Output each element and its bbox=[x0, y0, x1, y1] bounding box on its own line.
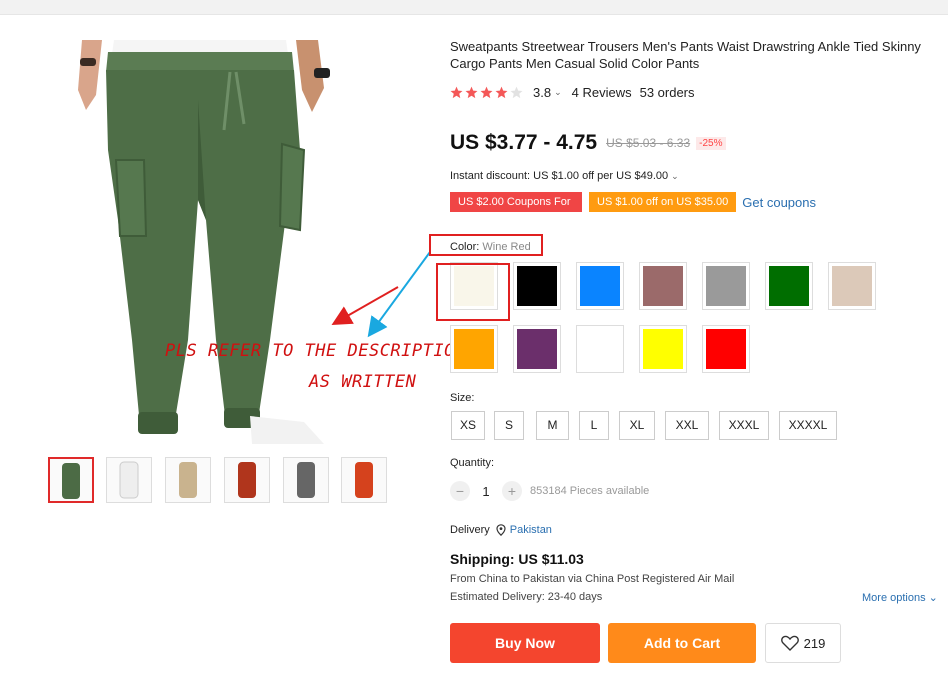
star-empty-icon bbox=[510, 86, 523, 98]
color-swatch-5[interactable] bbox=[702, 262, 750, 310]
heart-icon bbox=[780, 635, 799, 651]
chevron-down-icon: ⌄ bbox=[928, 592, 938, 604]
color-swatch-7[interactable] bbox=[828, 262, 876, 310]
add-to-cart-button[interactable]: Add to Cart bbox=[608, 623, 756, 663]
star-icon bbox=[465, 86, 478, 98]
shipping-cost: Shipping: US $11.03 bbox=[450, 551, 584, 567]
buy-now-button[interactable]: Buy Now bbox=[450, 623, 600, 663]
price-row: US $3.77 - 4.75 US $5.03 - 6.33 -25% bbox=[450, 131, 726, 155]
wishlist-count: 219 bbox=[803, 635, 826, 651]
blue-arrow bbox=[367, 251, 431, 338]
quantity-input[interactable]: 1 bbox=[470, 484, 502, 499]
increase-quantity-button[interactable]: + bbox=[502, 481, 522, 501]
color-swatch-4[interactable] bbox=[639, 262, 687, 310]
rating-row: 3.8 ⌄ 4 Reviews 53 orders bbox=[450, 83, 695, 101]
coupon-badge-1[interactable]: US $2.00 Coupons For You bbox=[450, 192, 582, 228]
available-pieces: 853184 Pieces available bbox=[530, 485, 650, 497]
chevron-down-icon[interactable]: ⌄ bbox=[554, 87, 562, 98]
size-label: Size: bbox=[450, 392, 475, 404]
annotation-box-color-label bbox=[429, 234, 543, 256]
delivery-country-link[interactable]: Pakistan bbox=[510, 524, 552, 536]
color-swatch-9[interactable] bbox=[513, 325, 561, 373]
coupon-badge-2[interactable]: US $1.00 off on US $35.00 bbox=[589, 192, 737, 212]
delivery-label: Delivery bbox=[450, 524, 490, 536]
size-option-l[interactable]: L bbox=[579, 411, 609, 440]
color-swatch-11[interactable] bbox=[639, 325, 687, 373]
size-option-xl[interactable]: XL bbox=[619, 411, 655, 440]
size-option-xxxl[interactable]: XXXL bbox=[719, 411, 769, 440]
orders-count: 53 orders bbox=[639, 84, 695, 100]
star-icon bbox=[495, 86, 508, 98]
more-options-link[interactable]: More options ⌄ bbox=[862, 591, 938, 604]
decrease-quantity-button[interactable]: − bbox=[450, 481, 470, 501]
color-swatch-3[interactable] bbox=[576, 262, 624, 310]
color-swatch-2[interactable] bbox=[513, 262, 561, 310]
quantity-stepper: − 1 + 853184 Pieces available bbox=[450, 481, 649, 501]
color-swatch-10[interactable] bbox=[576, 325, 624, 373]
color-swatch-8[interactable] bbox=[450, 325, 498, 373]
color-swatch-12[interactable] bbox=[702, 325, 750, 373]
quantity-label: Quantity: bbox=[450, 457, 495, 469]
shipping-route: From China to Pakistan via China Post Re… bbox=[450, 573, 735, 585]
product-title: Sweatpants Streetwear Trousers Men's Pan… bbox=[450, 39, 921, 71]
star-icon bbox=[450, 86, 463, 98]
size-option-m[interactable]: M bbox=[536, 411, 569, 440]
size-option-xs[interactable]: XS bbox=[451, 411, 485, 440]
original-price: US $5.03 - 6.33 bbox=[606, 136, 691, 150]
delivery-row: Delivery Pakistan bbox=[450, 524, 552, 536]
more-options-label: More options bbox=[862, 592, 926, 604]
location-pin-icon bbox=[496, 524, 506, 536]
size-option-s[interactable]: S bbox=[494, 411, 524, 440]
size-option-xxl[interactable]: XXL bbox=[665, 411, 709, 440]
red-arrow bbox=[331, 286, 399, 325]
estimated-delivery: Estimated Delivery: 23-40 days bbox=[450, 591, 603, 603]
color-swatch-6[interactable] bbox=[765, 262, 813, 310]
reviews-link[interactable]: 4 Reviews bbox=[572, 85, 632, 100]
instant-discount[interactable]: Instant discount: US $1.00 off per US $4… bbox=[450, 170, 679, 182]
get-coupons-link[interactable]: Get coupons bbox=[742, 195, 816, 210]
chevron-down-icon: ⌄ bbox=[671, 171, 679, 181]
annotation-box-swatch bbox=[436, 263, 510, 321]
size-option-xxxxl[interactable]: XXXXL bbox=[779, 411, 837, 440]
coupon-row: US $2.00 Coupons For You US $1.00 off on… bbox=[450, 192, 816, 228]
price: US $3.77 - 4.75 bbox=[450, 131, 598, 154]
instant-discount-text: Instant discount: US $1.00 off per US $4… bbox=[450, 170, 669, 182]
discount-badge: -25% bbox=[696, 136, 726, 150]
wishlist-button[interactable]: 219 bbox=[765, 623, 841, 663]
star-icon bbox=[480, 86, 493, 98]
rating-value[interactable]: 3.8 bbox=[533, 85, 551, 100]
